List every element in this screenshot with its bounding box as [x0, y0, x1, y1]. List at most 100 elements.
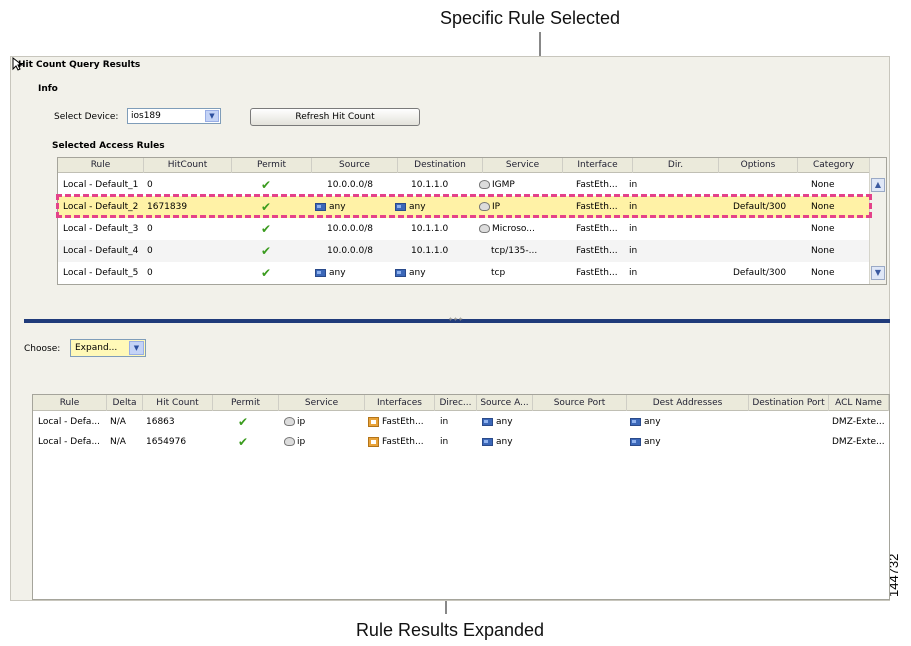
col-rule[interactable]: Rule [33, 395, 107, 411]
window-title: Hit Count Query Results [18, 60, 141, 70]
col-permit[interactable]: Permit [213, 395, 279, 411]
permit-check-icon: ✔ [261, 244, 272, 258]
hitcount-cell: 0 [147, 180, 153, 190]
expanded-results-header: Rule Delta Hit Count Permit Service Inte… [33, 395, 889, 411]
selected-access-rules-heading: Selected Access Rules [52, 141, 165, 151]
col-category[interactable]: Category [798, 158, 870, 173]
category-cell: None [811, 224, 835, 234]
info-heading: Info [38, 84, 58, 94]
dest-cell: any [627, 412, 749, 432]
refresh-hit-count-button[interactable]: Refresh Hit Count [250, 108, 420, 126]
delta-cell: N/A [110, 417, 126, 427]
table-row[interactable]: Local - Defa... N/A 16863 ✔ ip FastEth..… [33, 412, 889, 432]
rule-cell: Local - Default_5 [63, 268, 139, 278]
choose-select[interactable]: Expand... ▼ [70, 339, 146, 357]
table-row-selected[interactable]: Local - Default_2 1671839 ✔ any any IP F… [58, 196, 870, 218]
network-icon [395, 268, 406, 277]
service-icon [479, 224, 490, 233]
rule-cell: Local - Defa... [38, 437, 101, 447]
col-source-port[interactable]: Source Port [533, 395, 627, 411]
service-text: Microso... [492, 224, 535, 234]
source-cell: any [479, 432, 533, 452]
device-select[interactable]: ios189 ▼ [127, 108, 221, 124]
hitcount-cell: 1654976 [146, 437, 187, 447]
col-service[interactable]: Service [279, 395, 365, 411]
col-source-addr[interactable]: Source A... [477, 395, 533, 411]
col-delta[interactable]: Delta [107, 395, 143, 411]
rule-cell: Local - Default_4 [63, 246, 139, 256]
interface-cell: FastEth... [576, 180, 618, 190]
chevron-down-icon[interactable]: ▼ [129, 341, 144, 355]
device-select-value: ios189 [131, 111, 161, 121]
network-icon [395, 202, 406, 211]
service-icon [284, 417, 295, 426]
col-dir[interactable]: Dir. [633, 158, 719, 173]
category-cell: None [811, 202, 835, 212]
network-icon [482, 437, 493, 446]
source-cell: 10.0.0.0/8 [327, 224, 373, 234]
options-cell [730, 174, 798, 196]
network-icon [315, 202, 326, 211]
rule-cell: Local - Default_1 [63, 180, 139, 190]
col-source[interactable]: Source [312, 158, 398, 173]
rule-cell: Local - Defa... [38, 417, 101, 427]
col-permit[interactable]: Permit [232, 158, 312, 173]
col-acl-name[interactable]: ACL Name [829, 395, 889, 411]
col-service[interactable]: Service [483, 158, 563, 173]
source-text: any [329, 268, 346, 278]
options-cell [730, 240, 798, 262]
access-rules-table: Rule HitCount Permit Source Destination … [57, 157, 887, 285]
scroll-down-icon[interactable]: ▼ [871, 266, 885, 280]
col-interfaces[interactable]: Interfaces [365, 395, 435, 411]
col-destination-port[interactable]: Destination Port [749, 395, 829, 411]
source-port-cell [533, 412, 627, 432]
service-text: IGMP [492, 180, 515, 190]
service-text: ip [297, 437, 306, 447]
col-hitcount[interactable]: HitCount [144, 158, 232, 173]
dest-cell: any [627, 432, 749, 452]
choose-select-value: Expand... [75, 343, 118, 353]
permit-check-icon: ✔ [261, 178, 272, 192]
hitcount-cell: 16863 [146, 417, 175, 427]
chevron-down-icon[interactable]: ▼ [205, 110, 219, 122]
access-rules-header: Rule HitCount Permit Source Destination … [58, 158, 870, 173]
interfaces-cell: FastEth... [365, 432, 435, 452]
source-cell: any [312, 196, 398, 218]
splitter-grip-icon[interactable]: ∗∗∗ [448, 316, 488, 323]
interfaces-text: FastEth... [382, 437, 424, 447]
scroll-up-icon[interactable]: ▲ [871, 178, 885, 192]
col-options[interactable]: Options [719, 158, 798, 173]
col-rule[interactable]: Rule [58, 158, 144, 173]
hitcount-cell: 0 [147, 268, 153, 278]
table-row[interactable]: Local - Default_4 0 ✔ 10.0.0.0/8 10.1.1.… [58, 240, 870, 262]
hitcount-cell: 1671839 [147, 202, 188, 212]
rule-cell: Local - Default_2 [63, 202, 139, 212]
table-row[interactable]: Local - Default_1 0 ✔ 10.0.0.0/8 10.1.1.… [58, 174, 870, 196]
destination-cell: any [392, 196, 482, 218]
category-cell: None [811, 246, 835, 256]
options-cell [730, 218, 798, 240]
col-destination[interactable]: Destination [398, 158, 483, 173]
permit-check-icon: ✔ [261, 200, 272, 214]
network-icon [630, 437, 641, 446]
table-row[interactable]: Local - Default_3 0 ✔ 10.0.0.0/8 10.1.1.… [58, 218, 870, 240]
dir-cell: in [629, 202, 638, 212]
dest-port-cell [749, 412, 829, 432]
destination-cell: 10.1.1.0 [411, 224, 449, 234]
source-cell: any [312, 262, 398, 284]
dest-text: any [644, 437, 661, 447]
dir-cell: in [629, 224, 638, 234]
options-cell: Default/300 [733, 268, 787, 278]
col-hit-count[interactable]: Hit Count [143, 395, 213, 411]
network-icon [630, 417, 641, 426]
rule-cell: Local - Default_3 [63, 224, 139, 234]
table-row[interactable]: Local - Default_5 0 ✔ any any tcp FastEt… [58, 262, 870, 284]
source-cell: any [479, 412, 533, 432]
vertical-scrollbar[interactable]: ▲ ▼ [869, 158, 886, 284]
hitcount-cell: 0 [147, 224, 153, 234]
col-interface[interactable]: Interface [563, 158, 633, 173]
col-direction[interactable]: Direc... [435, 395, 477, 411]
col-dest-addresses[interactable]: Dest Addresses [627, 395, 749, 411]
hitcount-cell: 0 [147, 246, 153, 256]
table-row[interactable]: Local - Defa... N/A 1654976 ✔ ip FastEth… [33, 432, 889, 452]
